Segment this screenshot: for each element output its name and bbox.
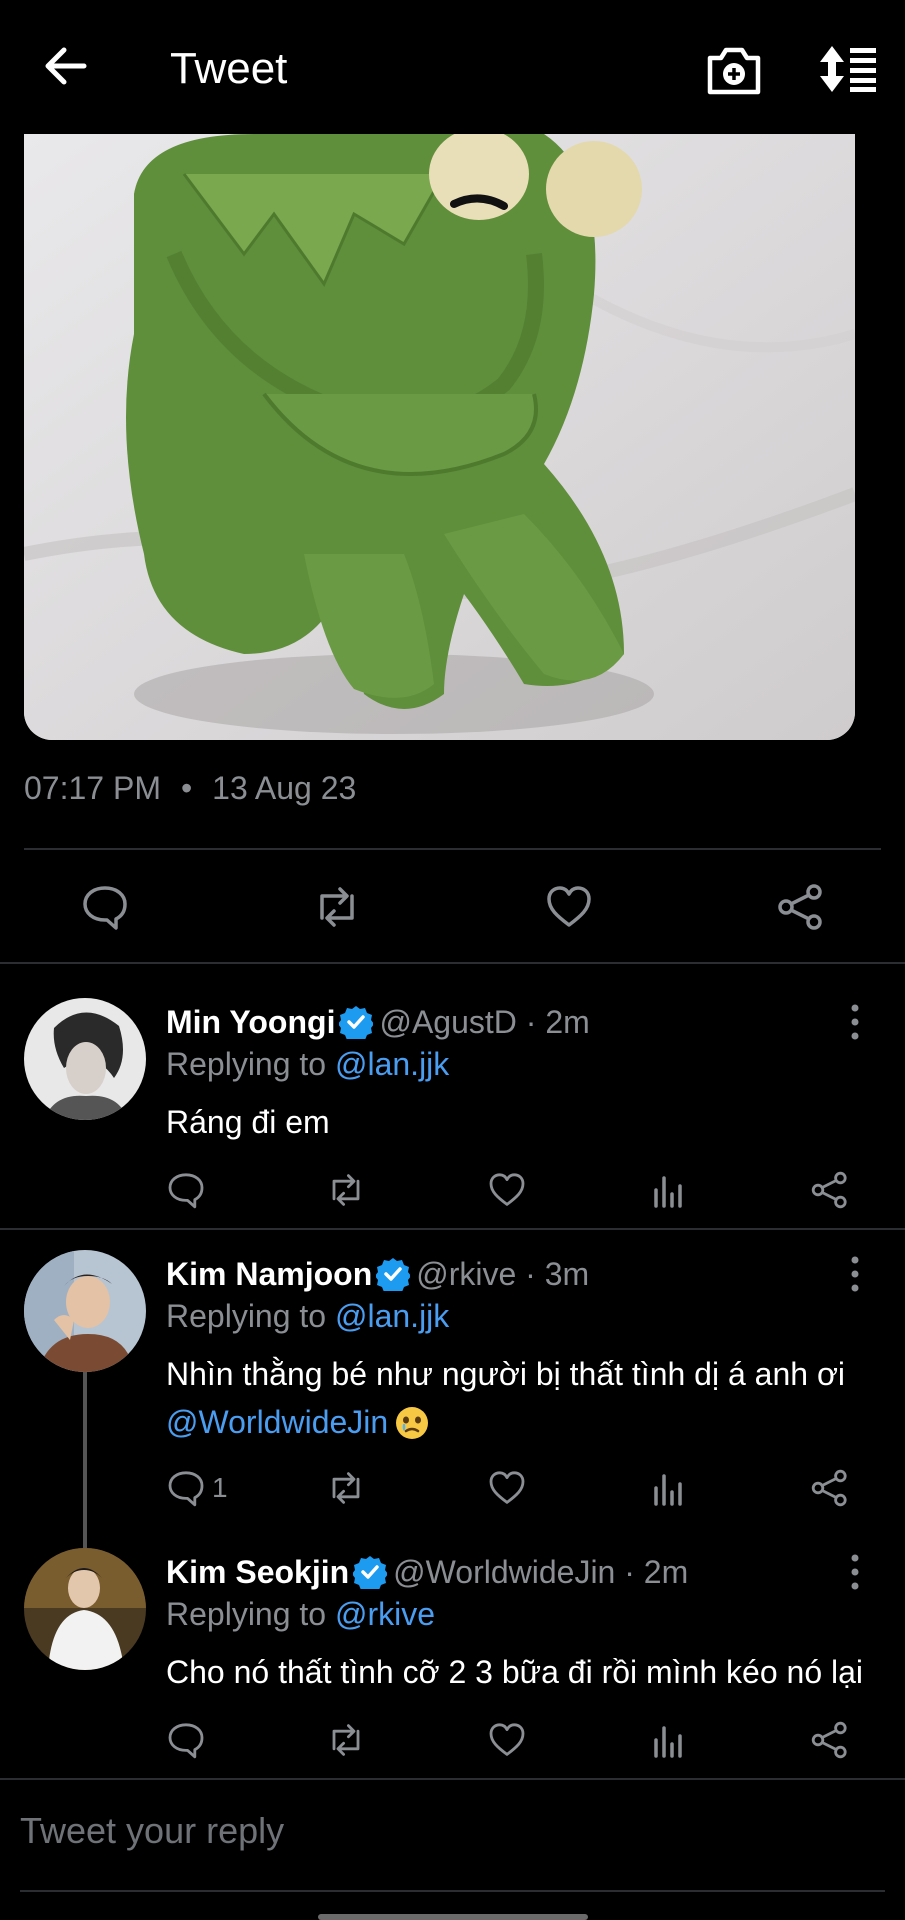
- reply-header: Min Yoongi @AgustD · 2m: [166, 1004, 590, 1042]
- handle[interactable]: @AgustD: [379, 1004, 516, 1040]
- reply-text-content: Nhìn thằng bé như người bị thất tình dị …: [166, 1356, 846, 1392]
- handle[interactable]: @WorldwideJin: [393, 1554, 615, 1590]
- like-icon[interactable]: [487, 1170, 527, 1210]
- reply-icon[interactable]: [166, 1170, 206, 1210]
- more-options-icon[interactable]: [840, 1254, 870, 1294]
- divider: [24, 848, 881, 850]
- avatar[interactable]: [24, 1250, 146, 1372]
- share-icon[interactable]: [810, 1170, 850, 1210]
- home-indicator[interactable]: [318, 1914, 588, 1920]
- reply-time: · 2m: [624, 1554, 689, 1590]
- share-icon[interactable]: [810, 1720, 850, 1760]
- reply-composer-input[interactable]: Tweet your reply: [20, 1810, 284, 1852]
- mention-link[interactable]: @WorldwideJin: [166, 1404, 388, 1440]
- retweet-icon[interactable]: [312, 882, 362, 932]
- tweet-time: 07:17 PM: [24, 770, 161, 806]
- reply-text: Nhìn thằng bé như người bị thất tình dị …: [166, 1350, 886, 1446]
- retweet-icon[interactable]: [326, 1468, 366, 1508]
- replying-to: Replying to @rkive: [166, 1596, 435, 1633]
- like-icon[interactable]: [544, 882, 594, 932]
- page-title: Tweet: [170, 44, 288, 93]
- reply-tweet[interactable]: Kim Namjoon @rkive · 3m Replying to @lan.…: [0, 1228, 905, 1528]
- reply-header: Kim Seokjin @WorldwideJin · 2m: [166, 1554, 689, 1592]
- mention-link[interactable]: @lan.jjk: [335, 1046, 449, 1082]
- reply-tweet[interactable]: Kim Seokjin @WorldwideJin · 2m Replying t…: [0, 1528, 905, 1778]
- sort-icon[interactable]: [818, 44, 878, 94]
- retweet-icon[interactable]: [326, 1170, 366, 1210]
- replying-label: Replying to: [166, 1596, 327, 1632]
- reply-text: Ráng đi em: [166, 1104, 330, 1140]
- mention-link[interactable]: @rkive: [335, 1596, 435, 1632]
- reply-tweet[interactable]: Min Yoongi @AgustD · 2m Replying to @lan.…: [0, 962, 905, 1228]
- back-arrow-icon[interactable]: [40, 40, 92, 92]
- display-name[interactable]: Min Yoongi: [166, 1004, 335, 1040]
- replying-to: Replying to @lan.jjk: [166, 1298, 449, 1335]
- reply-time: · 2m: [525, 1004, 590, 1040]
- handle[interactable]: @rkive: [416, 1256, 516, 1292]
- tweet-media-image[interactable]: [24, 134, 855, 740]
- avatar[interactable]: [24, 998, 146, 1120]
- reply-count: 1: [212, 1472, 228, 1503]
- analytics-icon[interactable]: [648, 1170, 688, 1210]
- tweet-action-bar: [0, 862, 905, 952]
- divider: [20, 1890, 885, 1892]
- verified-badge-icon: [375, 1257, 412, 1294]
- retweet-icon[interactable]: [326, 1720, 366, 1760]
- reply-header: Kim Namjoon @rkive · 3m: [166, 1256, 590, 1294]
- more-options-icon[interactable]: [840, 1552, 870, 1592]
- share-icon[interactable]: [776, 882, 826, 932]
- reply-icon[interactable]: [166, 1720, 206, 1760]
- replying-label: Replying to: [166, 1046, 327, 1082]
- reply-time: · 3m: [525, 1256, 590, 1292]
- tweet-timestamp: 07:17 PM • 13 Aug 23: [24, 770, 356, 807]
- mention-link[interactable]: @lan.jjk: [335, 1298, 449, 1334]
- like-icon[interactable]: [487, 1720, 527, 1760]
- timestamp-separator: •: [180, 770, 193, 806]
- divider: [0, 1778, 905, 1780]
- verified-badge-icon: [338, 1005, 375, 1042]
- replying-label: Replying to: [166, 1298, 327, 1334]
- reply-icon[interactable]: [80, 882, 130, 932]
- reply-icon[interactable]: [166, 1468, 206, 1508]
- tweet-date: 13 Aug 23: [212, 770, 357, 806]
- face-holding-back-tears-emoji-icon: [394, 1405, 430, 1441]
- top-bar: Tweet: [0, 0, 905, 135]
- replying-to: Replying to @lan.jjk: [166, 1046, 449, 1083]
- verified-badge-icon: [352, 1555, 389, 1592]
- more-options-icon[interactable]: [840, 1002, 870, 1042]
- like-icon[interactable]: [487, 1468, 527, 1508]
- share-icon[interactable]: [810, 1468, 850, 1508]
- analytics-icon[interactable]: [648, 1720, 688, 1760]
- display-name[interactable]: Kim Namjoon: [166, 1256, 372, 1292]
- display-name[interactable]: Kim Seokjin: [166, 1554, 349, 1590]
- camera-add-icon[interactable]: [706, 44, 762, 96]
- reply-text: Cho nó thất tình cỡ 2 3 bữa đi rồi mình …: [166, 1654, 864, 1690]
- avatar[interactable]: [24, 1548, 146, 1670]
- analytics-icon[interactable]: [648, 1468, 688, 1508]
